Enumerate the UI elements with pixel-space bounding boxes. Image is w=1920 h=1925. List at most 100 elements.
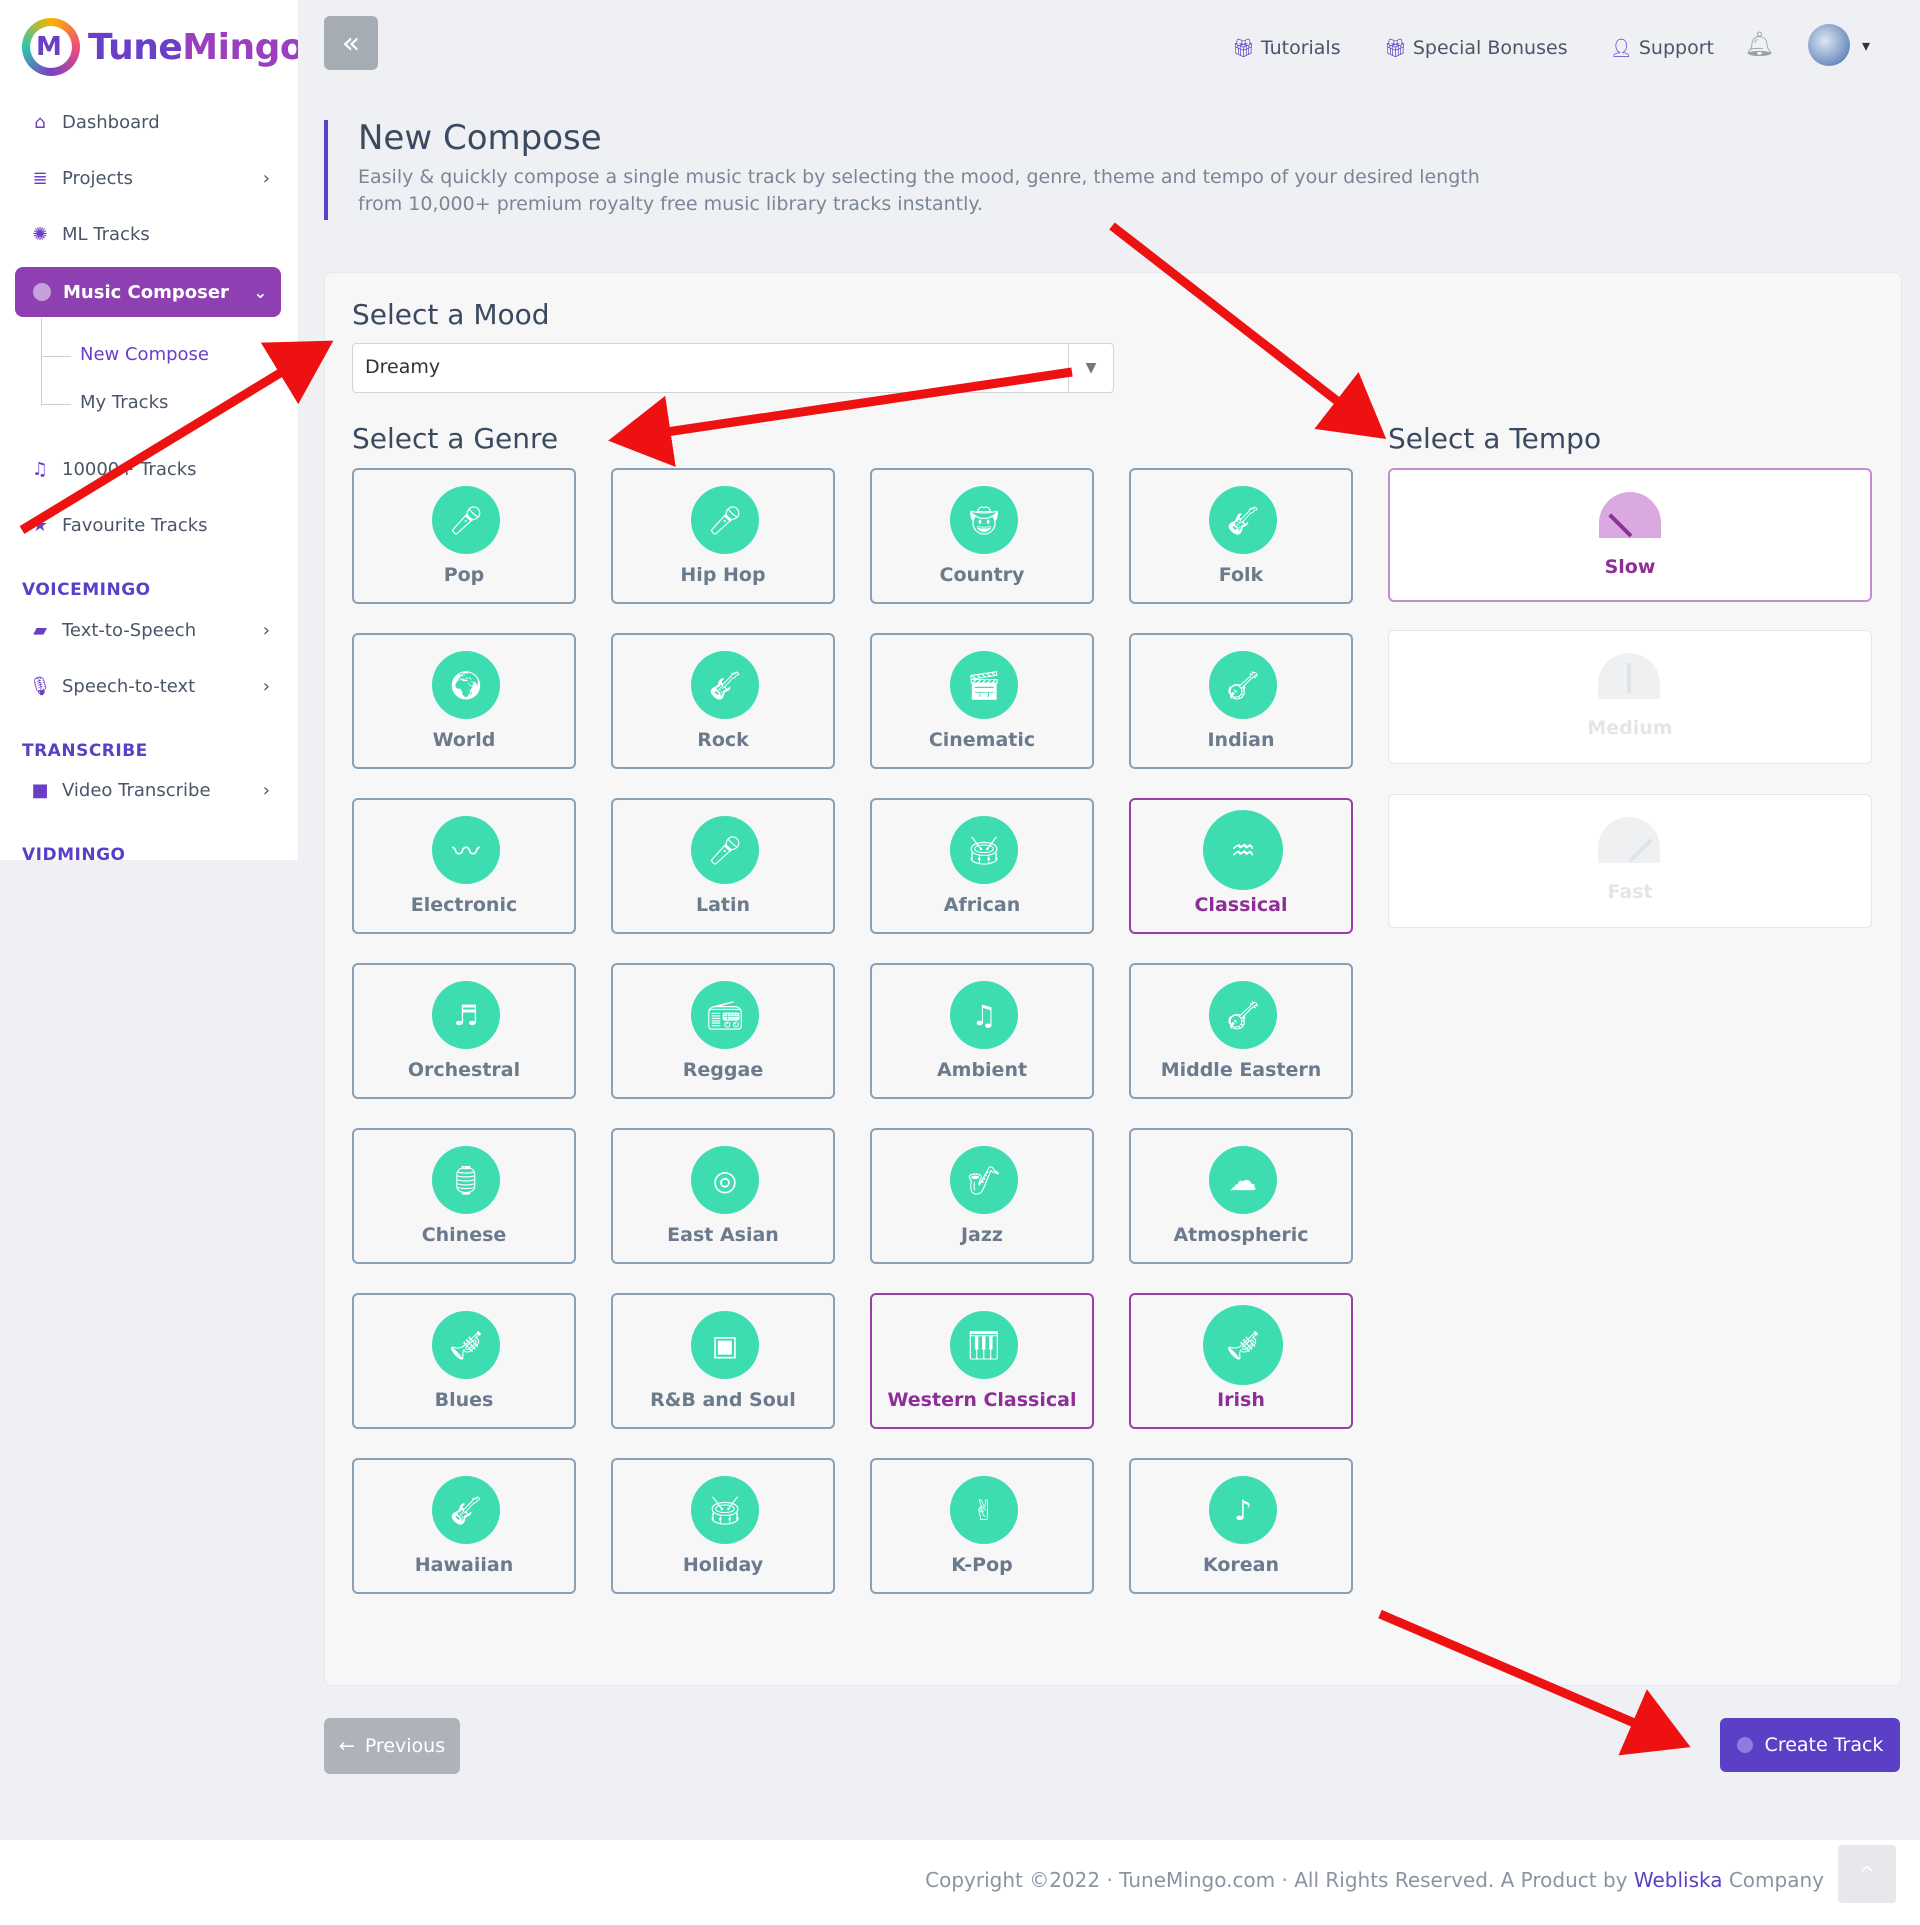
sidebar-item-speech-to-text[interactable]: 🎙︎ Speech-to-text › (29, 666, 270, 706)
genre-card-k-pop[interactable]: ✌︎ K-Pop (870, 1458, 1094, 1594)
genre-card-chinese[interactable]: 🏮︎ Chinese (352, 1128, 576, 1264)
collapse-sidebar-button[interactable]: « (324, 16, 378, 70)
genre-name: World (432, 729, 496, 751)
genre-name: Electronic (410, 894, 518, 916)
support-label: Support (1638, 37, 1714, 59)
previous-button[interactable]: ← Previous (324, 1718, 460, 1774)
company-link[interactable]: Webliska (1634, 1868, 1723, 1892)
jazz-icon: 🎷︎ (950, 1146, 1018, 1214)
previous-label: Previous (364, 1735, 446, 1757)
genre-card-holiday[interactable]: 🥁︎ Holiday (611, 1458, 835, 1594)
genre-name: Cinematic (928, 729, 1036, 751)
genre-name: Middle Eastern (1160, 1059, 1322, 1081)
classical-icon: ♒︎ (1203, 810, 1283, 890)
mood-select-value: Dreamy (365, 356, 441, 378)
genre-name: Folk (1218, 564, 1264, 586)
scroll-to-top-button[interactable]: ^ (1838, 1845, 1896, 1903)
genre-name: Orchestral (407, 1059, 521, 1081)
user-icon: 👤︎ (1610, 37, 1633, 59)
genre-card-reggae[interactable]: 📻︎ Reggae (611, 963, 835, 1099)
sidebar-item-video-transcribe[interactable]: ■ Video Transcribe › (30, 770, 270, 810)
tempo-name: Slow (1604, 556, 1656, 578)
holiday-icon: 🥁︎ (691, 1476, 759, 1544)
brand-logo[interactable]: M TuneMingo (22, 18, 298, 76)
sidebar-item-dashboard[interactable]: ⌂ Dashboard (30, 102, 270, 142)
bell-icon[interactable]: 🔔︎ (1744, 30, 1774, 60)
support-link[interactable]: 👤︎ Support (1610, 28, 1714, 68)
layers-icon: ≣ (32, 167, 48, 189)
genre-card-orchestral[interactable]: ♬ Orchestral (352, 963, 576, 1099)
tempo-fast[interactable]: Fast (1388, 794, 1872, 928)
genre-card-middle-eastern[interactable]: 🪕︎ Middle Eastern (1129, 963, 1353, 1099)
genre-card-korean[interactable]: ♪ Korean (1129, 1458, 1353, 1594)
genre-card-hip-hop[interactable]: 🎤︎ Hip Hop (611, 468, 835, 604)
genre-card-hawaiian[interactable]: 🎸︎ Hawaiian (352, 1458, 576, 1594)
dropdown-caret-icon[interactable]: ▼ (1068, 344, 1113, 392)
tempo-label: Select a Tempo (1388, 422, 1602, 455)
home-icon: ⌂ (34, 111, 46, 133)
genre-card-r-b-and-soul[interactable]: ▣ R&B and Soul (611, 1293, 835, 1429)
sidebar-subitem-my-tracks[interactable]: My Tracks (80, 392, 168, 413)
k-pop-icon: ✌︎ (950, 1476, 1018, 1544)
tutorials-link[interactable]: 🎁︎ Tutorials (1232, 28, 1341, 68)
pop-icon: 🎤︎ (432, 486, 500, 554)
genre-card-african[interactable]: 🥁︎ African (870, 798, 1094, 934)
genre-card-world[interactable]: 🌍︎ World (352, 633, 576, 769)
genre-card-irish[interactable]: 🎺︎ Irish (1129, 1293, 1353, 1429)
sidebar-subitem-new-compose[interactable]: New Compose (80, 344, 209, 365)
avatar[interactable] (1808, 24, 1850, 66)
genre-name: Blues (434, 1389, 494, 1411)
playlist-icon: ♫ (31, 458, 49, 480)
genre-card-ambient[interactable]: ♫ Ambient (870, 963, 1094, 1099)
sidebar-item-music-composer[interactable]: Music Composer ⌄ (15, 267, 281, 317)
genre-card-latin[interactable]: 🎤︎ Latin (611, 798, 835, 934)
genre-name: Korean (1202, 1554, 1280, 1576)
electronic-icon: 〰 (432, 816, 500, 884)
tutorials-label: Tutorials (1260, 37, 1341, 59)
sidebar-item-favourite-tracks[interactable]: ★ Favourite Tracks (30, 505, 270, 545)
genre-name: K-Pop (951, 1554, 1013, 1576)
sidebar-item-text-to-speech[interactable]: ▰ Text-to-Speech › (30, 610, 270, 650)
genre-card-east-asian[interactable]: ◎ East Asian (611, 1128, 835, 1264)
hip-hop-icon: 🎤︎ (691, 486, 759, 554)
sidebar-item-10000-tracks[interactable]: ♫ 10000+ Tracks (30, 449, 270, 489)
genre-card-cinematic[interactable]: 🎬︎ Cinematic (870, 633, 1094, 769)
east-asian-icon: ◎ (691, 1146, 759, 1214)
genre-card-atmospheric[interactable]: ☁︎ Atmospheric (1129, 1128, 1353, 1264)
genre-name: Country (939, 564, 1025, 586)
sidebar-item-label: Text-to-Speech (62, 619, 197, 641)
african-icon: 🥁︎ (950, 816, 1018, 884)
genre-card-blues[interactable]: 🎺︎ Blues (352, 1293, 576, 1429)
atmospheric-icon: ☁︎ (1209, 1146, 1277, 1214)
genre-card-indian[interactable]: 🪕︎ Indian (1129, 633, 1353, 769)
mood-select[interactable]: Dreamy ▼ (352, 343, 1114, 393)
create-track-button[interactable]: Create Track (1720, 1718, 1900, 1772)
genre-card-folk[interactable]: 🎸︎ Folk (1129, 468, 1353, 604)
genre-name: Reggae (682, 1059, 764, 1081)
sidebar-item-projects[interactable]: ≣ Projects › (30, 158, 270, 198)
genre-name: Chinese (421, 1224, 507, 1246)
submenu-tick (41, 356, 71, 357)
tempo-slow[interactable]: Slow (1388, 468, 1872, 602)
genre-card-jazz[interactable]: 🎷︎ Jazz (870, 1128, 1094, 1264)
special-bonuses-link[interactable]: 🎁︎ Special Bonuses (1384, 28, 1568, 68)
sidebar-item-ml-tracks[interactable]: ✺ ML Tracks (30, 214, 270, 254)
tempo-medium[interactable]: Medium (1388, 630, 1872, 764)
genre-card-pop[interactable]: 🎤︎ Pop (352, 468, 576, 604)
genre-card-electronic[interactable]: 〰 Electronic (352, 798, 576, 934)
page-description: Easily & quickly compose a single music … (358, 166, 1480, 215)
genre-name: Atmospheric (1173, 1224, 1309, 1246)
caret-down-icon[interactable]: ▾ (1862, 36, 1870, 55)
genre-card-western-classical[interactable]: 🎹︎ Western Classical (870, 1293, 1094, 1429)
sidebar-item-label: Projects (62, 167, 133, 189)
chevron-right-icon: › (262, 167, 270, 189)
genre-card-rock[interactable]: 🎸︎ Rock (611, 633, 835, 769)
genre-card-country[interactable]: 🤠︎ Country (870, 468, 1094, 604)
gift-icon: 🎁︎ (1384, 37, 1407, 59)
sidebar-item-label: Music Composer (63, 281, 229, 303)
irish-icon: 🎺︎ (1203, 1305, 1283, 1385)
genre-name: Ambient (936, 1059, 1028, 1081)
tempo-name: Medium (1587, 717, 1673, 739)
genre-card-classical[interactable]: ♒︎ Classical (1129, 798, 1353, 934)
genre-name: African (943, 894, 1021, 916)
